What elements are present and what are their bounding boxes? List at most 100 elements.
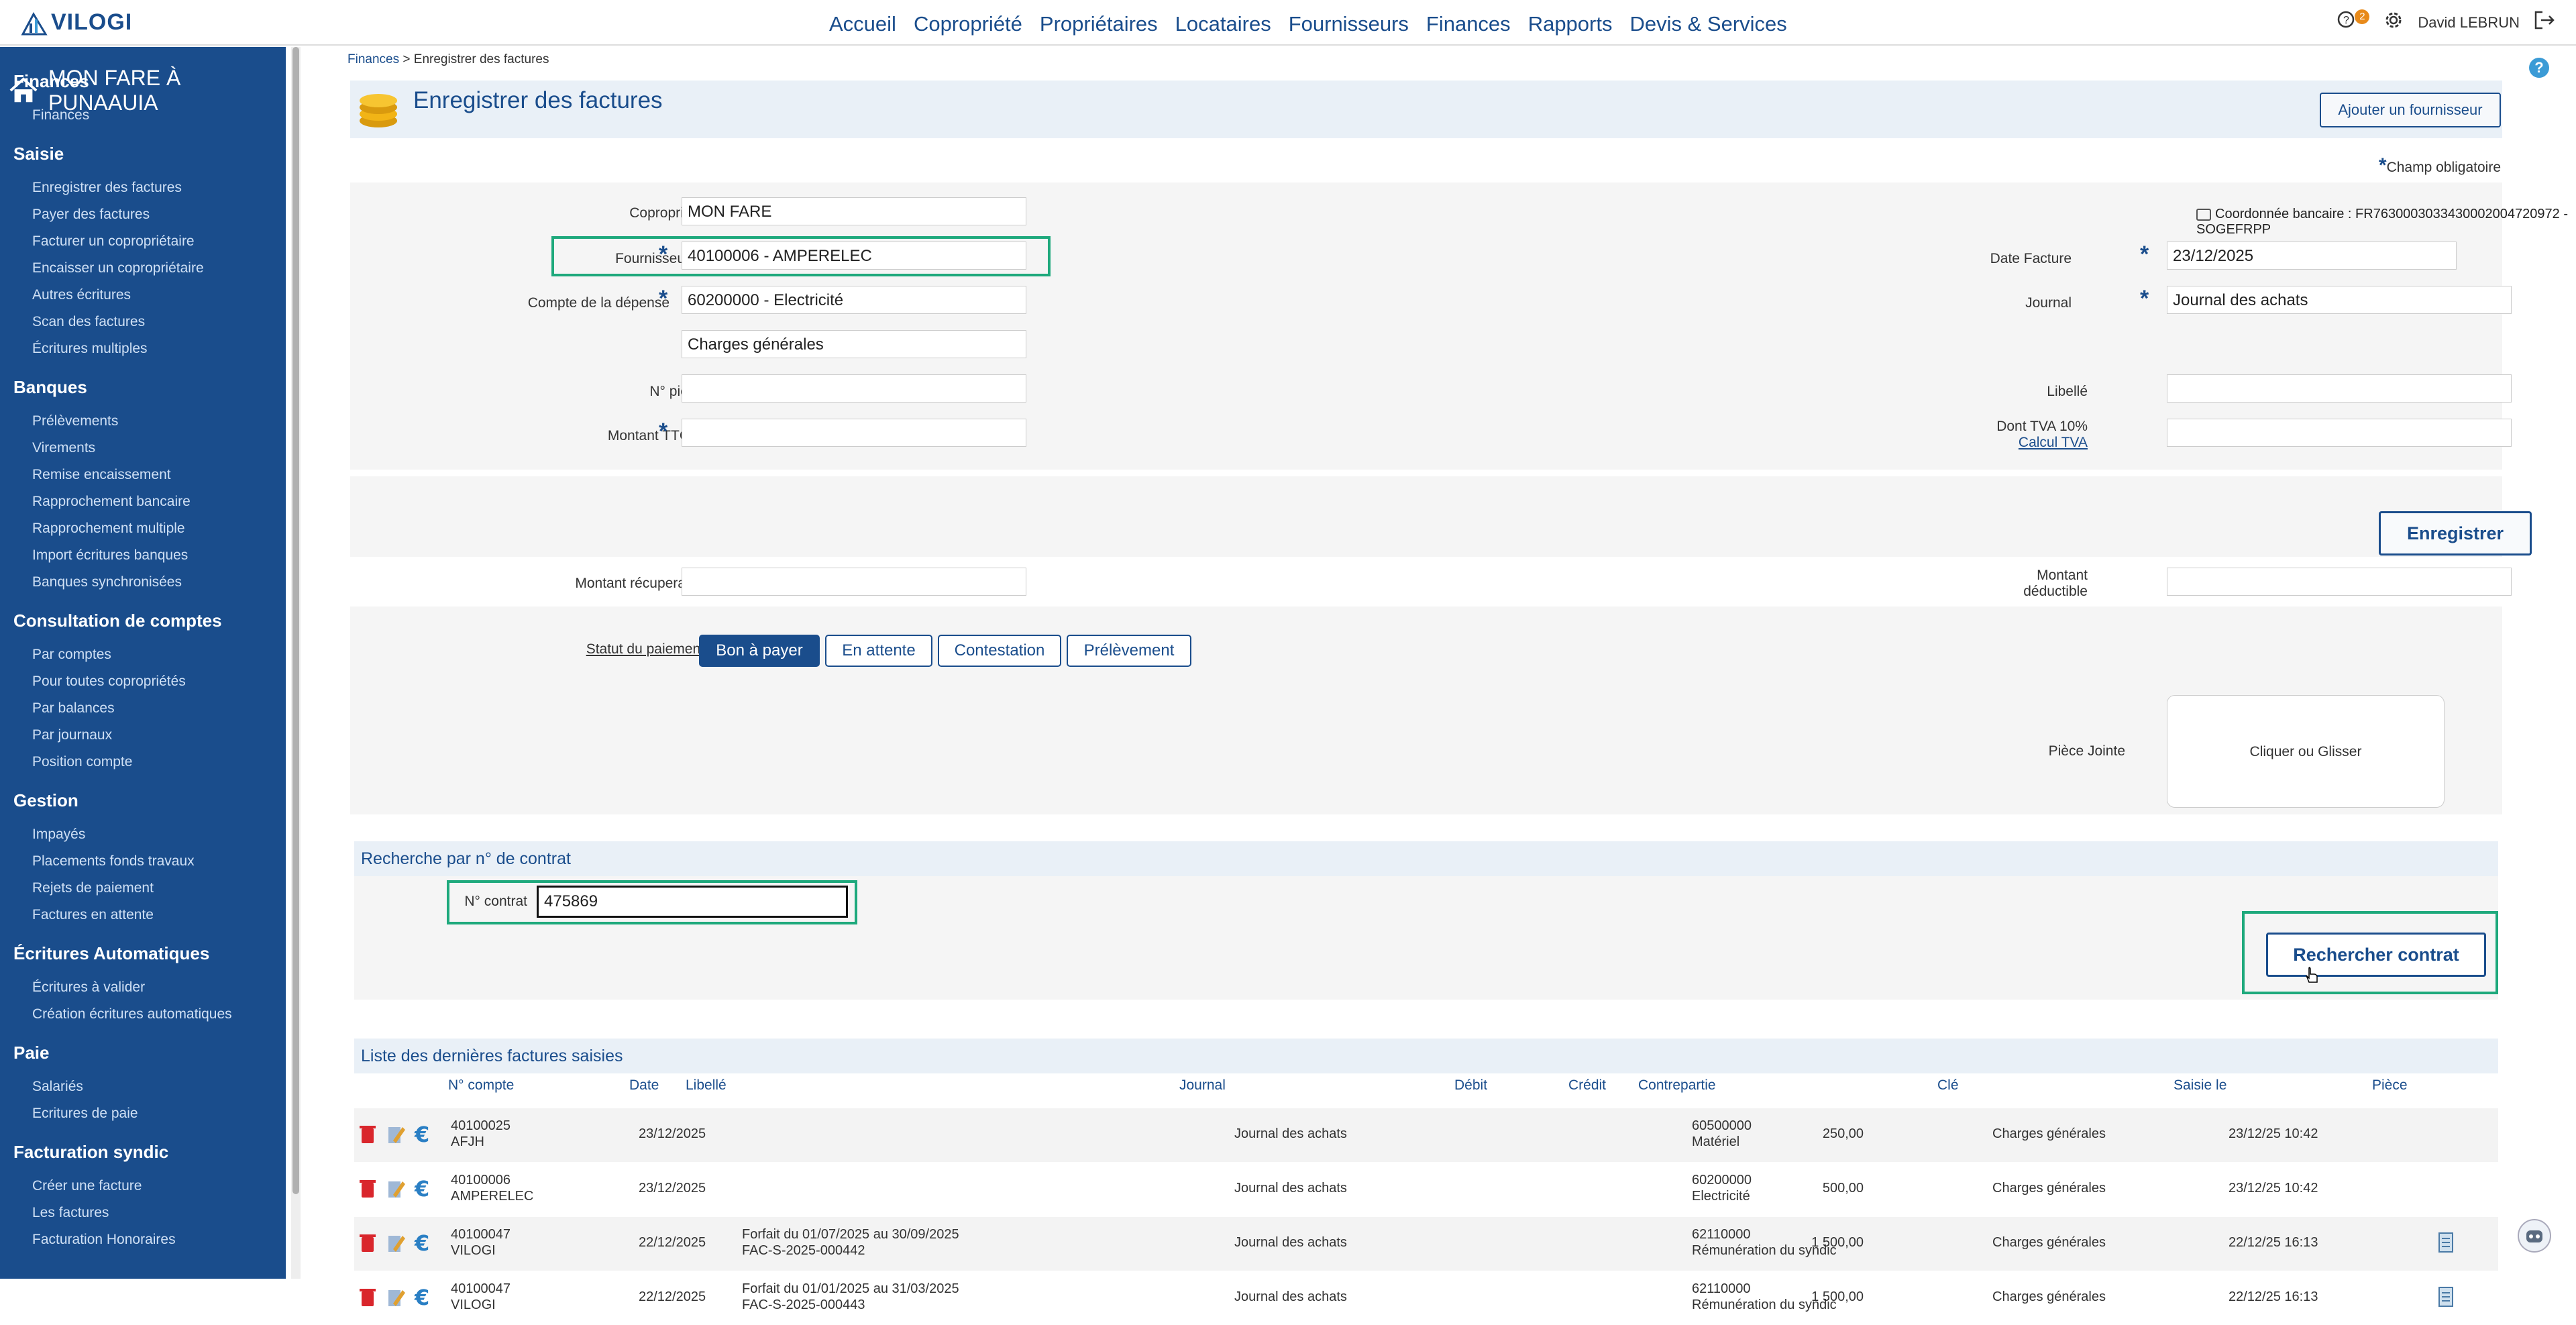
vilogi-logo[interactable]: VILOGI <box>20 9 132 36</box>
sidebar-item[interactable]: Factures en attente <box>32 907 154 923</box>
sidebar-section-3[interactable]: Consultation de comptes <box>13 611 222 631</box>
sidebar-item[interactable]: Pour toutes copropriétés <box>32 674 186 690</box>
status-contestation-button[interactable]: Contestation <box>938 635 1061 667</box>
nav-item-7[interactable]: Devis & Services <box>1629 12 1786 36</box>
table-row[interactable]: €40100047 VILOGI 22/12/2025 Forfait du 01/0… <box>354 1271 2498 1325</box>
sidebar-item[interactable]: Rapprochement multiple <box>32 521 185 537</box>
delete-trash-icon[interactable] <box>358 1232 377 1255</box>
sidebar-item[interactable]: Banques synchronisées <box>32 574 182 590</box>
scrollbar-thumb[interactable] <box>292 47 299 1194</box>
sidebar-item[interactable]: Enregistrer des factures <box>32 180 182 196</box>
breadcrumb-root[interactable]: Finances <box>347 52 399 66</box>
contract-number-input[interactable]: 475869 <box>537 886 848 918</box>
tva-field[interactable] <box>2167 419 2512 447</box>
sidebar-item[interactable]: Remise encaissement <box>32 467 171 483</box>
sidebar-item[interactable]: Import écritures banques <box>32 547 188 564</box>
user-name[interactable]: David LEBRUN <box>2418 14 2520 32</box>
sidebar-item[interactable]: Salariés <box>32 1079 83 1095</box>
sidebar-section-1[interactable]: Saisie <box>13 144 64 164</box>
settings-gear-icon[interactable] <box>2383 9 2404 36</box>
status-prelevement-button[interactable]: Prélèvement <box>1067 635 1191 667</box>
sidebar-item[interactable]: Par journaux <box>32 727 112 743</box>
journal-select[interactable]: Journal des achats <box>2167 286 2512 314</box>
sidebar-item[interactable]: Scan des factures <box>32 314 145 330</box>
sidebar-item[interactable]: Impayés <box>32 827 85 843</box>
sidebar-section-2[interactable]: Banques <box>13 377 87 398</box>
sidebar-item[interactable]: Créer une facture <box>32 1178 142 1194</box>
table-row[interactable]: €40100047 VILOGI 22/12/2025 Forfait du 01/0… <box>354 1217 2498 1271</box>
column-header[interactable]: Libellé <box>686 1077 727 1094</box>
attachment-document-icon[interactable] <box>2436 1286 2455 1309</box>
nav-item-0[interactable]: Accueil <box>829 12 896 36</box>
column-header[interactable]: Saisie le <box>2174 1077 2226 1094</box>
sidebar-section-6[interactable]: Paie <box>13 1043 50 1063</box>
sidebar-section-0[interactable]: Finances <box>13 71 89 92</box>
sidebar-item[interactable]: Par balances <box>32 700 115 717</box>
copro-field[interactable]: MON FARE <box>682 197 1026 225</box>
sidebar-item[interactable]: Création écritures automatiques <box>32 1006 232 1022</box>
compte-field[interactable]: 60200000 - Electricité <box>682 286 1026 314</box>
sidebar-item[interactable]: Par comptes <box>32 647 111 663</box>
ttc-field[interactable] <box>682 419 1026 447</box>
payment-euro-icon[interactable]: € <box>413 1286 432 1309</box>
edit-icon[interactable] <box>386 1123 405 1146</box>
sidebar-item[interactable]: Les factures <box>32 1205 109 1221</box>
sidebar-item[interactable]: Encaisser un copropriétaire <box>32 260 204 276</box>
help-icon[interactable]: ? <box>2529 58 2549 78</box>
calcul-tva-link[interactable]: Calcul TVA <box>1870 435 2088 451</box>
sidebar-item[interactable]: Payer des factures <box>32 207 150 223</box>
sidebar-section-7[interactable]: Facturation syndic <box>13 1142 168 1163</box>
search-contract-button[interactable]: Rechercher contrat <box>2266 933 2486 977</box>
column-header[interactable]: Contrepartie <box>1638 1077 1716 1094</box>
nav-item-5[interactable]: Finances <box>1426 12 1511 36</box>
nav-item-4[interactable]: Fournisseurs <box>1289 12 1409 36</box>
nav-item-6[interactable]: Rapports <box>1528 12 1613 36</box>
column-header[interactable]: Pièce <box>2372 1077 2408 1094</box>
column-header[interactable]: N° compte <box>448 1077 514 1094</box>
sidebar-item[interactable]: Virements <box>32 440 95 456</box>
sidebar-section-5[interactable]: Écritures Automatiques <box>13 943 209 964</box>
nav-item-2[interactable]: Propriétaires <box>1040 12 1158 36</box>
column-header[interactable]: Date <box>629 1077 659 1094</box>
edit-icon[interactable] <box>386 1286 405 1309</box>
sidebar-item[interactable]: Ecritures de paie <box>32 1106 138 1122</box>
nav-item-1[interactable]: Copropriété <box>914 12 1022 36</box>
attachment-document-icon[interactable] <box>2436 1232 2455 1255</box>
sidebar-item[interactable]: Position compte <box>32 754 132 770</box>
sidebar-item[interactable]: Placements fonds travaux <box>32 853 195 869</box>
edit-icon[interactable] <box>386 1232 405 1255</box>
piece-field[interactable] <box>682 374 1026 403</box>
libelle-field[interactable] <box>2167 374 2512 403</box>
delete-trash-icon[interactable] <box>358 1123 377 1146</box>
delete-trash-icon[interactable] <box>358 1177 377 1200</box>
payment-euro-icon[interactable]: € <box>413 1232 432 1255</box>
table-row[interactable]: €40100025 AFJH 23/12/2025 Journal des achat… <box>354 1108 2498 1162</box>
date-field[interactable]: 23/12/2025 <box>2167 242 2457 270</box>
column-header[interactable]: Clé <box>1937 1077 1959 1094</box>
sidebar-item[interactable]: Rapprochement bancaire <box>32 494 191 510</box>
column-header[interactable]: Crédit <box>1568 1077 1606 1094</box>
recup-field[interactable] <box>682 568 1026 596</box>
edit-icon[interactable] <box>386 1177 405 1200</box>
add-supplier-button[interactable]: Ajouter un fournisseur <box>2320 93 2501 127</box>
attachment-dropzone[interactable]: Cliquer ou Glisser <box>2167 695 2445 808</box>
fournisseur-field[interactable]: 40100006 - AMPERELEC <box>682 242 1026 270</box>
table-row[interactable]: €40100006 AMPERELEC 23/12/2025 Journal des … <box>354 1163 2498 1216</box>
payment-euro-icon[interactable]: € <box>413 1177 432 1200</box>
column-header[interactable]: Journal <box>1179 1077 1226 1094</box>
delete-trash-icon[interactable] <box>358 1286 377 1309</box>
sidebar-item[interactable]: Rejets de paiement <box>32 880 154 896</box>
sidebar-item[interactable]: Écritures multiples <box>32 341 148 357</box>
column-header[interactable]: Débit <box>1454 1077 1487 1094</box>
cle-field[interactable]: Charges générales <box>682 330 1026 358</box>
sidebar-item[interactable]: Prélèvements <box>32 413 118 429</box>
save-button[interactable]: Enregistrer <box>2379 511 2532 555</box>
chatbot-icon[interactable] <box>2517 1218 2552 1253</box>
notification-icon[interactable]: ? 2 <box>2336 9 2370 36</box>
deduct-field[interactable] <box>2167 568 2512 596</box>
status-en-attente-button[interactable]: En attente <box>825 635 932 667</box>
sidebar-section-4[interactable]: Gestion <box>13 790 78 811</box>
status-bon-a-payer-button[interactable]: Bon à payer <box>699 635 820 667</box>
sidebar-item[interactable]: Finances <box>32 107 89 123</box>
sidebar-item[interactable]: Facturation Honoraires <box>32 1232 176 1248</box>
